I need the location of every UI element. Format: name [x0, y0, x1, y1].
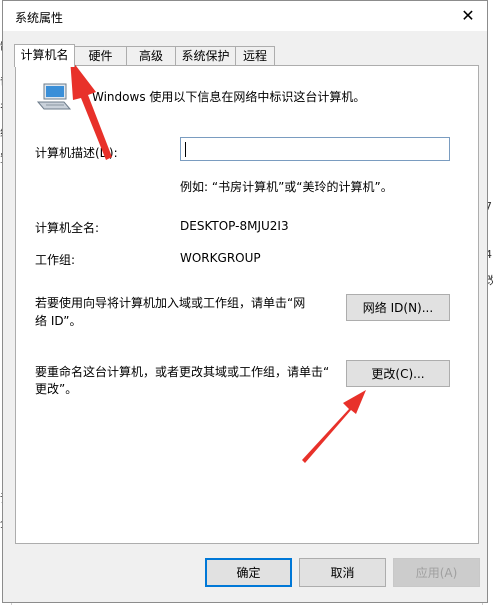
tab-label: 硬件: [88, 49, 113, 63]
computer-description-label: 计算机描述(D):: [35, 146, 118, 160]
tab-system-protection[interactable]: 系统保护: [175, 46, 236, 66]
apply-button[interactable]: 应用(A): [393, 558, 480, 587]
full-computer-name-value: DESKTOP-8MJU2I3: [180, 219, 289, 233]
rename-description-cont: 更改”。: [35, 382, 78, 396]
computer-icon: [36, 83, 72, 110]
tab-hardware[interactable]: 硬件: [74, 46, 127, 66]
tab-advanced[interactable]: 高级: [126, 46, 176, 66]
full-computer-name-label: 计算机全名:: [35, 221, 100, 235]
rename-description: 要重命名这台计算机，或者更改其域或工作组，请单击“: [35, 365, 330, 379]
tab-remote[interactable]: 远程: [235, 46, 275, 66]
cancel-button[interactable]: 取消: [299, 558, 386, 587]
text-caret: [185, 142, 186, 157]
tab-label: 系统保护: [181, 49, 230, 63]
network-id-button[interactable]: 网络 ID(N)...: [346, 294, 450, 321]
tab-label: 计算机名: [20, 48, 69, 62]
close-icon: ✕: [461, 6, 475, 25]
system-properties-dialog: 系统属性 ✕ 计算机名 硬件 高级 系统保护 远程 Windows 使用以下信息…: [2, 0, 488, 603]
example-text: 例如: “书房计算机”或“美玲的计算机”。: [180, 180, 393, 194]
computer-description-input[interactable]: [180, 137, 450, 161]
network-id-description-cont: 络 ID”。: [35, 314, 82, 328]
close-button[interactable]: ✕: [457, 5, 479, 27]
title-bar[interactable]: 系统属性 ✕: [3, 1, 487, 31]
ok-button[interactable]: 确定: [205, 558, 292, 587]
dialog-title: 系统属性: [15, 11, 64, 25]
header-text: Windows 使用以下信息在网络中标识这台计算机。: [92, 90, 366, 104]
tab-label: 远程: [242, 49, 267, 63]
tab-computer-name[interactable]: 计算机名: [14, 44, 75, 67]
change-button[interactable]: 更改(C)...: [346, 360, 450, 387]
computer-name-panel: Windows 使用以下信息在网络中标识这台计算机。 计算机描述(D): 例如:…: [15, 65, 479, 544]
workgroup-label: 工作组:: [35, 253, 76, 267]
network-id-description: 若要使用向导将计算机加入域或工作组，请单击“网: [35, 296, 306, 310]
workgroup-value: WORKGROUP: [180, 251, 261, 265]
tab-label: 高级: [138, 49, 163, 63]
